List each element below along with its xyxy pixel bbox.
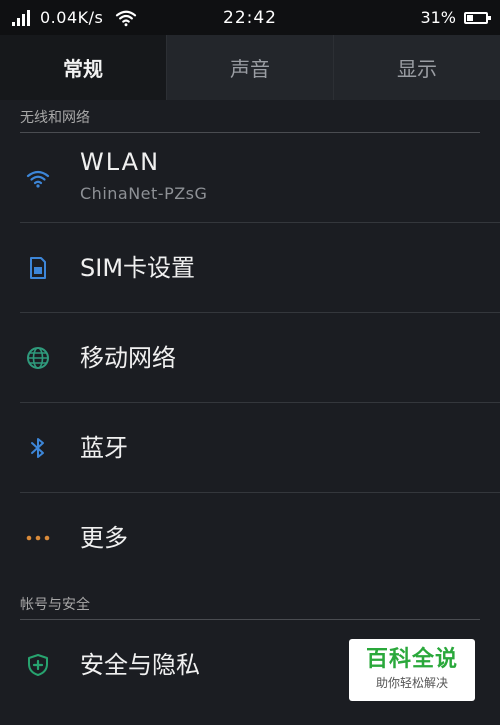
network-speed: 0.04K/s: [40, 8, 104, 27]
shield-icon: [24, 651, 52, 679]
settings-tabs: 常规 声音 显示: [0, 35, 500, 100]
more-title: 更多: [80, 524, 128, 552]
status-right: 31%: [420, 8, 491, 27]
tab-display[interactable]: 显示: [333, 35, 500, 100]
battery-level-fill: [467, 14, 473, 21]
watermark-logo: 百科全说 助你轻松解决: [349, 639, 475, 701]
sim-settings-title: SIM卡设置: [80, 254, 196, 282]
sim-card-icon: [24, 254, 52, 282]
wlan-network-name: ChinaNet-PZsG: [80, 184, 208, 203]
signal-strength-icon: [12, 9, 30, 26]
section-header-account: 帐号与安全: [20, 590, 480, 620]
security-privacy-title: 安全与隐私: [80, 651, 200, 679]
watermark-subtitle: 助你轻松解决: [375, 676, 448, 690]
mobile-network-title: 移动网络: [80, 344, 176, 372]
status-bar: 0.04K/s 22:42 31%: [0, 0, 500, 35]
status-left: 0.04K/s: [12, 8, 137, 27]
wifi-icon: [24, 164, 52, 192]
list-item-more[interactable]: 更多: [0, 493, 500, 583]
list-item-mobile-network[interactable]: 移动网络: [0, 313, 500, 403]
tab-sound[interactable]: 声音: [166, 35, 333, 100]
tab-general[interactable]: 常规: [0, 35, 166, 100]
list-item-bluetooth[interactable]: 蓝牙: [0, 403, 500, 493]
globe-icon: [24, 344, 52, 372]
section-header-wireless: 无线和网络: [20, 103, 480, 133]
list-item-sim-settings[interactable]: SIM卡设置: [0, 223, 500, 313]
battery-percent: 31%: [420, 8, 456, 27]
list-item-wlan[interactable]: WLAN ChinaNet-PZsG: [0, 133, 500, 223]
bluetooth-title: 蓝牙: [80, 434, 128, 462]
watermark-title: 百科全说: [365, 647, 458, 672]
battery-icon: [464, 11, 491, 24]
wifi-status-icon: [116, 10, 137, 26]
bluetooth-icon: [24, 434, 52, 462]
wlan-title: WLAN: [80, 148, 161, 176]
more-dots-icon: [24, 524, 52, 552]
